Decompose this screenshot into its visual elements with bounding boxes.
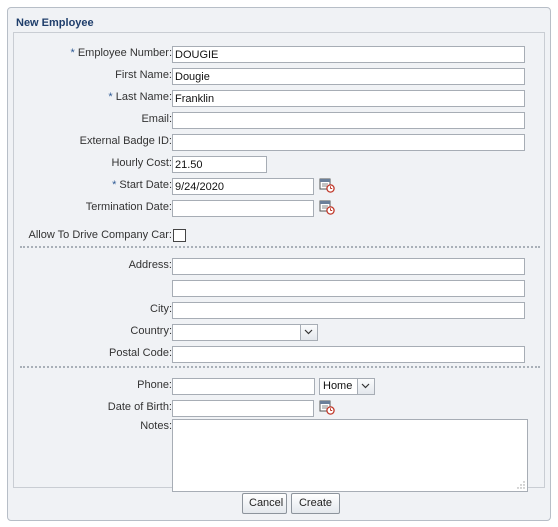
address-line1-input[interactable]: [172, 258, 525, 275]
termination-date-label: Termination Date:: [85, 201, 172, 213]
new-employee-dialog: New Employee * Employee Number: First Na…: [7, 7, 551, 521]
phone-input[interactable]: [172, 378, 315, 395]
last-name-input[interactable]: [172, 90, 525, 107]
calendar-icon[interactable]: [319, 199, 335, 215]
company-car-label: Allow To Drive Company Car:: [28, 229, 172, 241]
notes-textarea[interactable]: [172, 419, 528, 492]
dialog-title: New Employee: [16, 17, 94, 29]
calendar-icon[interactable]: [319, 399, 335, 415]
section-divider: [20, 366, 540, 368]
section-divider: [20, 246, 540, 248]
last-name-label: * Last Name:: [108, 91, 172, 103]
notes-label: Notes:: [140, 420, 172, 432]
first-name-input[interactable]: [172, 68, 525, 85]
city-label: City:: [150, 303, 172, 315]
phone-type-value: Home: [323, 380, 353, 392]
country-label: Country:: [130, 325, 172, 337]
chevron-down-icon[interactable]: [357, 379, 374, 394]
date-of-birth-label: Date of Birth:: [107, 401, 172, 413]
email-input[interactable]: [172, 112, 525, 129]
address-label: Address:: [128, 259, 172, 271]
calendar-icon[interactable]: [319, 177, 335, 193]
country-select[interactable]: [172, 324, 318, 341]
resize-grip-icon[interactable]: [517, 481, 525, 489]
address-line2-input[interactable]: [172, 280, 525, 297]
employee-number-input[interactable]: [172, 46, 525, 63]
hourly-cost-input[interactable]: [172, 156, 267, 173]
city-input[interactable]: [172, 302, 525, 319]
external-badge-id-input[interactable]: [172, 134, 525, 151]
hourly-cost-label: Hourly Cost:: [111, 157, 172, 169]
form-panel: * Employee Number: First Name: * Last Na…: [13, 32, 545, 492]
employee-number-label: * Employee Number:: [70, 47, 173, 59]
postal-code-label: Postal Code:: [109, 347, 172, 359]
first-name-label: First Name:: [115, 69, 172, 81]
create-button[interactable]: Create: [291, 493, 340, 514]
start-date-label: * Start Date:: [112, 179, 172, 191]
phone-type-select[interactable]: Home: [319, 378, 375, 395]
email-label: Email:: [141, 113, 172, 125]
postal-code-input[interactable]: [172, 346, 525, 363]
start-date-input[interactable]: [172, 178, 314, 195]
date-of-birth-input[interactable]: [172, 400, 314, 417]
chevron-down-icon[interactable]: [300, 325, 317, 340]
company-car-checkbox[interactable]: [173, 229, 186, 242]
external-badge-id-label: External Badge ID:: [79, 135, 172, 147]
cancel-button[interactable]: Cancel: [242, 493, 287, 514]
phone-label: Phone:: [137, 379, 172, 391]
termination-date-input[interactable]: [172, 200, 314, 217]
